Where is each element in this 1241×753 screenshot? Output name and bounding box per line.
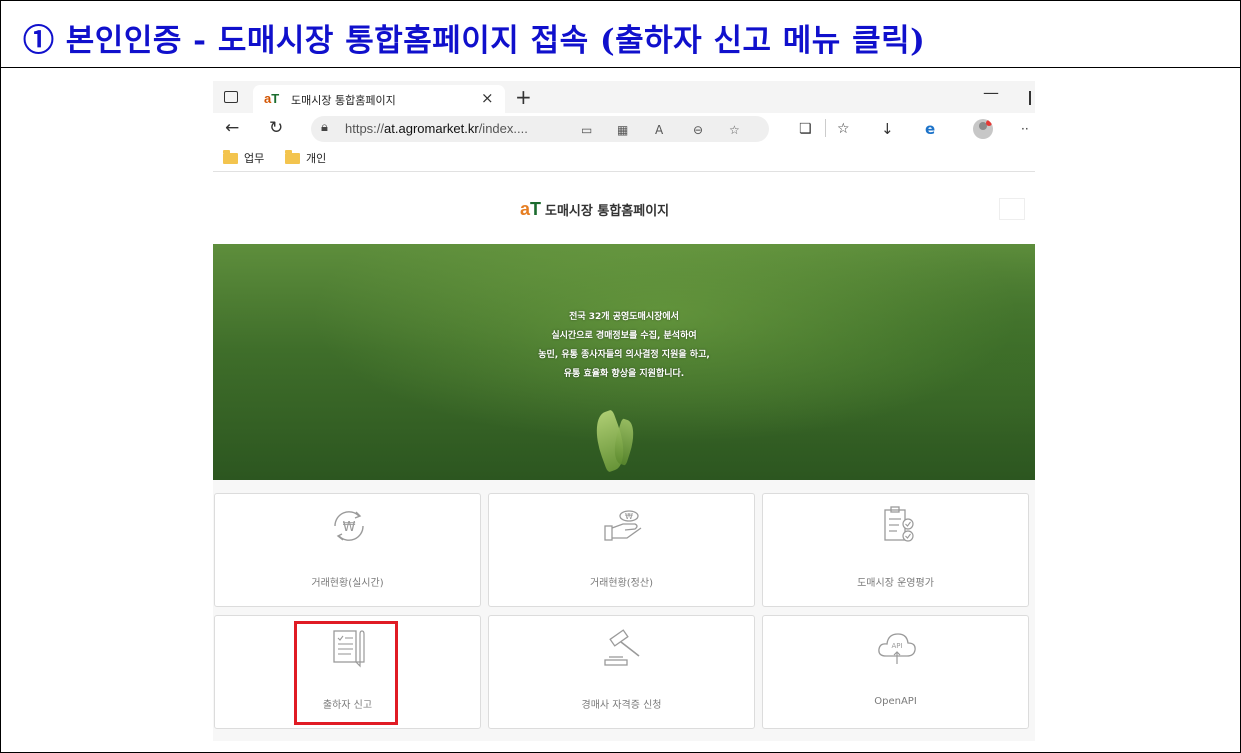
close-tab-icon[interactable]: × (481, 89, 494, 107)
minimize-icon[interactable]: — (983, 83, 999, 102)
favorites-icon[interactable]: ☆ (837, 121, 850, 137)
hero-line: 전국 32개 공영도매시장에서 (569, 312, 679, 322)
menu-card-realtime-trade[interactable]: ₩ 거래현황(실시간) (214, 493, 481, 607)
favicon-icon: aT (264, 91, 280, 106)
read-aloud-icon[interactable]: A (655, 123, 663, 137)
url-bar[interactable]: 🔒︎ https://at.agromarket.kr/index.... ▭ … (311, 116, 769, 142)
back-icon[interactable]: ← (225, 118, 239, 138)
menu-card-market-evaluation[interactable]: 도매시장 운영평가 (762, 493, 1029, 607)
maximize-icon[interactable] (1029, 91, 1031, 105)
tab-actions-icon[interactable] (224, 91, 238, 103)
url-text: https://at.agromarket.kr/index.... (345, 121, 528, 136)
step-title: ① 본인인증 - 도매시장 통합홈페이지 접속 (출하자 신고 메뉴 클릭) (23, 23, 926, 59)
document-frame: ① 본인인증 - 도매시장 통합홈페이지 접속 (출하자 신고 메뉴 클릭) a… (0, 0, 1241, 753)
site-header: aT 도매시장 통합홈페이지 (213, 172, 1035, 244)
svg-text:₩: ₩ (625, 512, 633, 521)
extensions-icon[interactable]: ❏ (799, 121, 812, 137)
gavel-icon (604, 629, 640, 666)
bookmark-folder-work[interactable]: 업무 (244, 150, 264, 166)
hero-banner: 전국 32개 공영도매시장에서 실시간으로 경매정보를 수집, 분석하여 농민,… (213, 244, 1035, 480)
more-icon[interactable]: ·· (1021, 122, 1029, 136)
refresh-icon[interactable]: ↻ (269, 118, 283, 138)
lock-icon[interactable]: 🔒︎ (321, 120, 328, 135)
menu-card-label: 거래현황(실시간) (311, 578, 384, 589)
title-divider (1, 67, 1240, 68)
folder-icon (223, 150, 238, 164)
clipboard-check-icon (884, 506, 914, 542)
site-logo[interactable]: aT 도매시장 통합홈페이지 (520, 199, 669, 220)
svg-text:₩: ₩ (343, 520, 356, 535)
add-favorite-icon[interactable]: ☆ (729, 123, 740, 137)
hero-line: 유통 효율화 향상을 지원합니다. (563, 369, 685, 379)
at-logo-icon: aT (520, 199, 542, 219)
toolbar-separator (825, 119, 826, 137)
menu-card-openapi[interactable]: API OpenAPI (762, 615, 1029, 729)
hero-line: 농민, 유통 종사자들의 의사결정 지원을 하고, (538, 350, 710, 360)
menu-grid: ₩ 거래현황(실시간) ₩ 거래현황(정산) 도매시장 운영평가 출하자 신고 … (213, 480, 1035, 741)
hero-line: 실시간으로 경매정보를 수집, 분석하여 (551, 331, 697, 341)
profile-avatar[interactable] (973, 119, 993, 139)
address-toolbar: ← ↻ 🔒︎ https://at.agromarket.kr/index...… (213, 113, 1035, 145)
cloud-api-icon: API (878, 633, 916, 664)
hand-money-icon: ₩ (604, 510, 642, 541)
downloads-icon[interactable]: ↓ (881, 120, 894, 138)
menu-card-label: 경매사 자격증 신청 (581, 700, 662, 711)
bookmarks-bar: 업무 개인 (213, 145, 1035, 171)
click-highlight-box (294, 621, 398, 725)
reader-mode-icon[interactable]: ▭ (581, 123, 592, 137)
zoom-icon[interactable]: ⊖ (693, 123, 703, 137)
won-refresh-icon: ₩ (334, 511, 364, 541)
menu-card-label: OpenAPI (874, 696, 917, 707)
bookmark-folder-personal[interactable]: 개인 (306, 150, 326, 166)
menu-card-label: 거래현황(정산) (589, 578, 653, 589)
ie-mode-icon[interactable]: e (925, 120, 935, 138)
menu-card-auctioneer-license[interactable]: 경매사 자격증 신청 (488, 615, 755, 729)
site-name: 도매시장 통합홈페이지 (545, 204, 670, 219)
tab-title: 도매시장 통합홈페이지 (291, 94, 396, 107)
menu-card-label: 도매시장 운영평가 (857, 578, 934, 589)
hero-text: 전국 32개 공영도매시장에서 실시간으로 경매정보를 수집, 분석하여 농민,… (213, 308, 1035, 384)
folder-icon (285, 150, 300, 164)
app-available-icon[interactable]: ▦ (617, 123, 628, 137)
svg-text:API: API (891, 642, 902, 650)
menu-card-settlement-trade[interactable]: ₩ 거래현황(정산) (488, 493, 755, 607)
new-tab-icon[interactable]: + (515, 85, 532, 109)
hamburger-menu-icon[interactable] (999, 198, 1025, 220)
browser-tab[interactable]: aT 도매시장 통합홈페이지 × (253, 85, 505, 113)
tab-bar: aT 도매시장 통합홈페이지 × + — (213, 81, 1035, 113)
browser-screenshot: aT 도매시장 통합홈페이지 × + — ← ↻ 🔒︎ https://at.a… (213, 81, 1035, 741)
